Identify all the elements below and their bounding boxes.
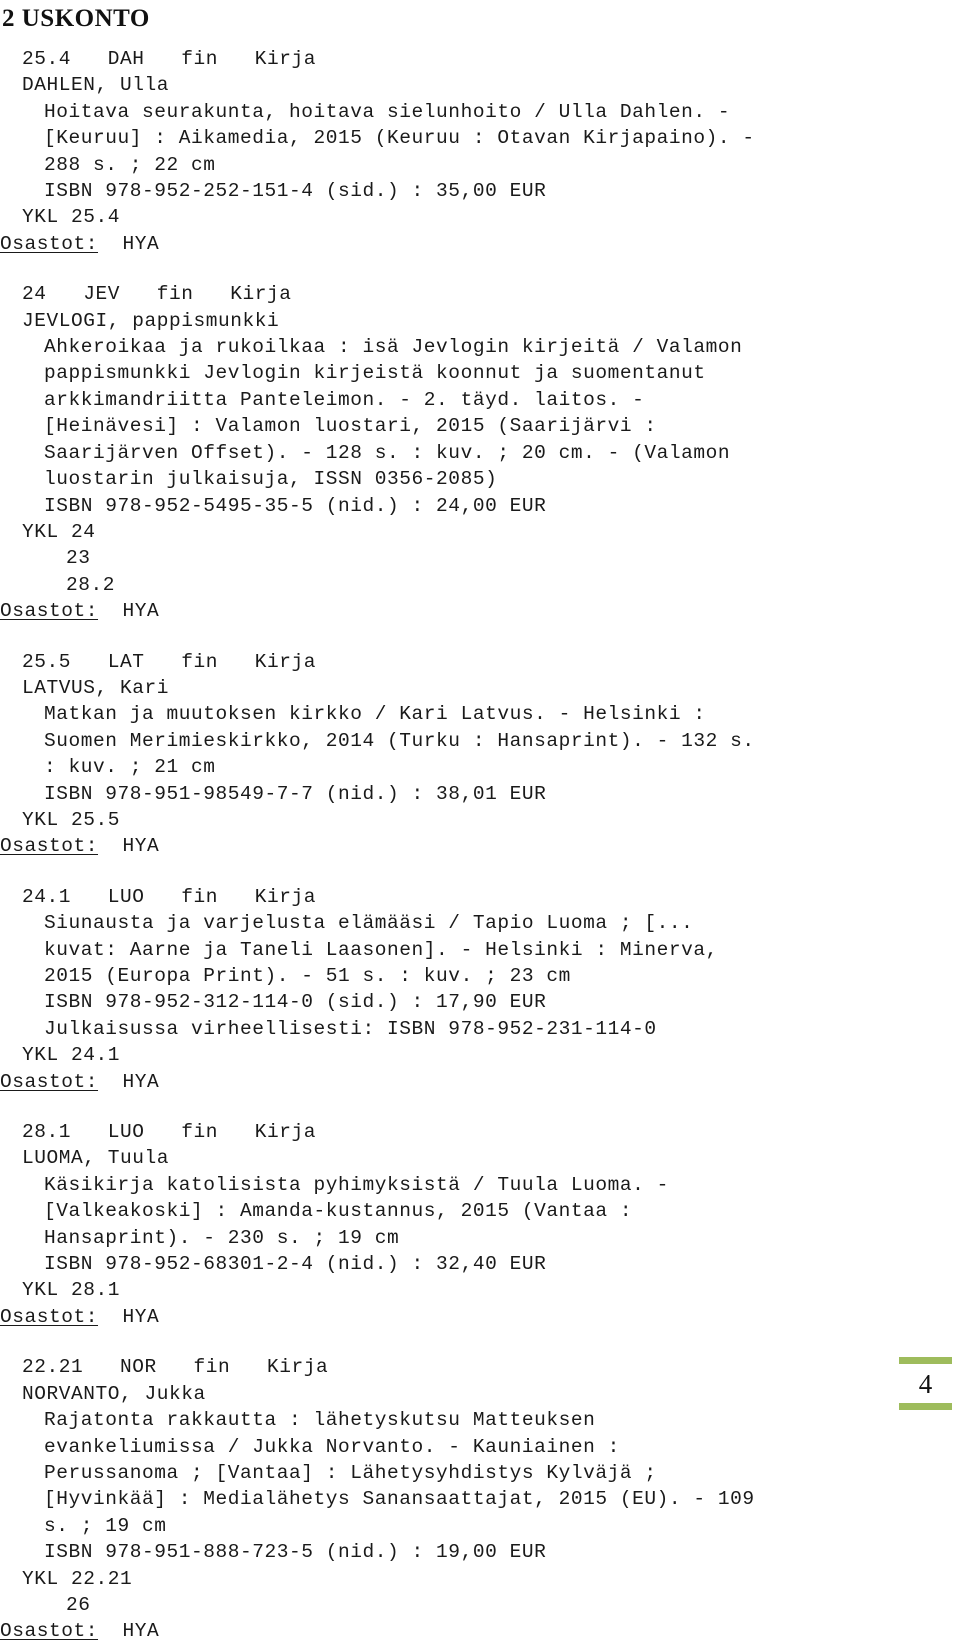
record-detail-line: Suomen Merimieskirkko, 2014 (Turku : Han… [44, 729, 755, 752]
record-detail-line: kuvat: Aarne ja Taneli Laasonen]. - Hels… [44, 938, 718, 961]
page-title: 2 USKONTO [2, 5, 150, 32]
record-detail-line: : kuv. ; 21 cm [44, 756, 216, 779]
record-detail-line: ISBN 978-952-312-114-0 (sid.) : 17,90 EU… [44, 991, 547, 1014]
record-detail-line: Hoitava seurakunta, hoitava sielunhoito … [44, 100, 731, 123]
osastot-row: Osastot: HYA [0, 1618, 960, 1644]
record-detail-line: NORVANTO, Jukka [22, 1382, 206, 1405]
record-detail-line: [Hyvinkää] : Medialähetys Sanansaattajat… [44, 1488, 755, 1511]
osastot-row: Osastot: HYA [0, 1304, 960, 1330]
record-detail-line: Perussanoma ; [Vantaa] : Lähetysyhdistys… [44, 1461, 657, 1484]
catalog-record: 24 JEV fin Kirja JEVLOGI, pappismunkki Ahk… [0, 281, 960, 624]
record-detail-line: ISBN 978-952-5495-35-5 (nid.) : 24,00 EU… [44, 494, 547, 517]
record-detail-line: [Keuruu] : Aikamedia, 2015 (Keuruu : Ota… [44, 127, 755, 150]
footer-rule-top-icon [899, 1357, 952, 1364]
osastot-gap [98, 600, 123, 622]
catalog-record: 22.21 NOR fin Kirja NORVANTO, Jukka Rajato… [0, 1354, 960, 1644]
record-detail-line: [Heinävesi] : Valamon luostari, 2015 (Sa… [44, 415, 657, 438]
record-detail-line: 23 [66, 547, 91, 570]
osastot-label: Osastot: [0, 1305, 99, 1328]
osastot-row: Osastot: HYA [0, 598, 960, 624]
osastot-gap [98, 1071, 123, 1093]
osastot-label: Osastot: [0, 835, 99, 858]
record-detail-line: ISBN 978-952-68301-2-4 (nid.) : 32,40 EU… [44, 1253, 547, 1276]
osastot-label: Osastot: [0, 600, 99, 623]
page: 2 USKONTO 25.4 DAH fin Kirja DAHLEN, Ulla… [0, 0, 960, 1642]
osastot-value: HYA [122, 1070, 160, 1093]
record-detail-line: YKL 25.5 [22, 808, 121, 831]
record-detail-line: ISBN 978-951-98549-7-7 (nid.) : 38,01 EU… [44, 782, 547, 805]
record-detail-line: YKL 28.1 [22, 1279, 121, 1302]
osastot-label: Osastot: [0, 1070, 99, 1093]
record-detail-line: JEVLOGI, pappismunkki [22, 309, 280, 332]
osastot-value: HYA [122, 232, 160, 255]
catalog-record: 25.4 DAH fin Kirja DAHLEN, Ulla Hoitava se… [0, 46, 960, 257]
record-detail-line: Matkan ja muutoksen kirkko / Kari Latvus… [44, 703, 706, 726]
osastot-row: Osastot: HYA [0, 833, 960, 859]
footer-rule-bottom-icon [899, 1403, 952, 1410]
osastot-value: HYA [122, 835, 160, 858]
record-heading-line: 25.5 LAT fin Kirja [22, 650, 317, 673]
record-heading-line: 25.4 DAH fin Kirja [22, 48, 317, 70]
record-detail-line: Käsikirja katolisista pyhimyksistä / Tuu… [44, 1173, 669, 1196]
osastot-gap [98, 1306, 123, 1328]
osastot-gap [98, 835, 123, 857]
osastot-gap [98, 233, 123, 255]
record-detail-line: luostarin julkaisuja, ISSN 0356-2085) [44, 468, 498, 491]
record-detail-line: Saarijärven Offset). - 128 s. : kuv. ; 2… [44, 441, 731, 464]
record-detail-line: Ahkeroikaa ja rukoilkaa : isä Jevlogin k… [44, 336, 743, 359]
record-heading-line: 24.1 LUO fin Kirja [22, 885, 317, 908]
record-detail-line: YKL 24.1 [22, 1044, 121, 1067]
record-list: 25.4 DAH fin Kirja DAHLEN, Ulla Hoitava se… [0, 46, 960, 1645]
record-detail-line: 26 [66, 1593, 91, 1616]
page-footer: 4 [836, 1357, 956, 1410]
osastot-row: Osastot: HYA [0, 1069, 960, 1095]
record-detail-line: YKL 25.4 [22, 206, 121, 229]
record-detail-line: ISBN 978-951-888-723-5 (nid.) : 19,00 EU… [44, 1541, 547, 1564]
record-detail-line: arkkimandriitta Panteleimon. - 2. täyd. … [44, 388, 645, 411]
record-detail-line: [Valkeakoski] : Amanda-kustannus, 2015 (… [44, 1200, 633, 1223]
record-detail-line: YKL 22.21 [22, 1567, 133, 1590]
osastot-gap [98, 1620, 123, 1642]
osastot-label: Osastot: [0, 1620, 99, 1643]
record-detail-line: Hansaprint). - 230 s. ; 19 cm [44, 1226, 400, 1249]
record-detail-line: LATVUS, Kari [22, 676, 170, 699]
osastot-value: HYA [122, 1620, 160, 1643]
record-detail-line: DAHLEN, Ulla [22, 74, 170, 97]
catalog-record: 28.1 LUO fin Kirja LUOMA, Tuula Käsikirja … [0, 1119, 960, 1330]
osastot-row: Osastot: HYA [0, 231, 960, 257]
catalog-record: 25.5 LAT fin Kirja LATVUS, Kari Matkan ja … [0, 649, 960, 860]
record-heading-line: 22.21 NOR fin Kirja [22, 1356, 329, 1379]
record-detail-line: 2015 (Europa Print). - 51 s. : kuv. ; 23… [44, 965, 571, 987]
record-detail-line: YKL 24 [22, 520, 96, 543]
record-detail-line: pappismunkki Jevlogin kirjeistä koonnut … [44, 362, 706, 385]
record-detail-line: LUOMA, Tuula [22, 1147, 170, 1170]
osastot-value: HYA [122, 1305, 160, 1328]
record-detail-line: Siunausta ja varjelusta elämääsi / Tapio… [44, 912, 694, 935]
record-detail-line: ISBN 978-952-252-151-4 (sid.) : 35,00 EU… [44, 180, 547, 203]
record-detail-line: evankeliumissa / Jukka Norvanto. - Kauni… [44, 1435, 620, 1458]
record-detail-line: Julkaisussa virheellisesti: ISBN 978-952… [44, 1017, 657, 1040]
record-heading-line: 28.1 LUO fin Kirja [22, 1121, 317, 1144]
catalog-record: 24.1 LUO fin Kirja Siunausta ja varjelust… [0, 884, 960, 1095]
record-detail-line: Rajatonta rakkautta : lähetyskutsu Matte… [44, 1409, 596, 1432]
record-heading-line: 24 JEV fin Kirja [22, 283, 292, 306]
osastot-label: Osastot: [0, 232, 99, 255]
record-detail-line: 28.2 [66, 573, 116, 596]
record-detail-line: s. ; 19 cm [44, 1514, 167, 1537]
page-number: 4 [918, 1369, 933, 1399]
osastot-value: HYA [122, 600, 160, 623]
record-detail-line: 288 s. ; 22 cm [44, 153, 216, 176]
